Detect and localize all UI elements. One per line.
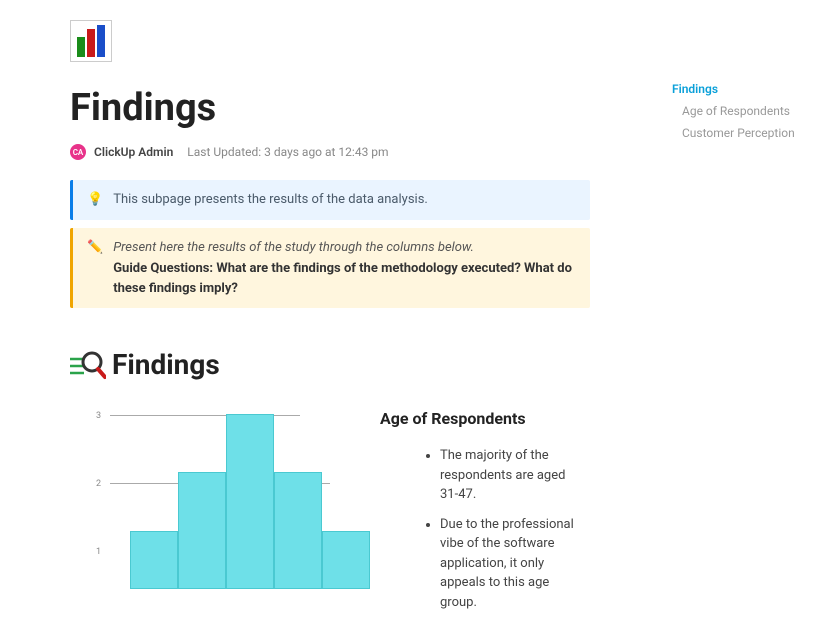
chart-column: 3 2 1 bbox=[70, 409, 350, 622]
lightbulb-icon: 💡 bbox=[87, 190, 103, 210]
meta-row: CA ClickUp Admin Last Updated: 3 days ag… bbox=[70, 144, 590, 160]
bar-b5 bbox=[322, 531, 370, 589]
info-callout[interactable]: 💡 This subpage presents the results of t… bbox=[70, 180, 590, 220]
guide-callout-body: Present here the results of the study th… bbox=[113, 238, 576, 299]
author-name[interactable]: ClickUp Admin bbox=[94, 145, 173, 159]
y-tick-1: 1 bbox=[96, 547, 101, 557]
toc-item-0[interactable]: Findings bbox=[672, 78, 812, 100]
bar-b3 bbox=[226, 414, 274, 589]
bar-b1 bbox=[130, 531, 178, 589]
guide-questions: Guide Questions: What are the findings o… bbox=[113, 261, 572, 296]
guide-intro: Present here the results of the study th… bbox=[113, 238, 576, 258]
section-header: Findings bbox=[70, 348, 590, 381]
y-tick-3: 3 bbox=[96, 411, 101, 421]
icon-bar-blue bbox=[97, 25, 105, 57]
icon-bar-red bbox=[87, 29, 95, 57]
bar-chart: 3 2 1 bbox=[110, 409, 350, 589]
y-tick-2: 2 bbox=[96, 479, 101, 489]
age-bullet-0: The majority of the respondents are aged… bbox=[440, 446, 580, 505]
page-title: Findings bbox=[70, 86, 590, 130]
updated-text: Last Updated: 3 days ago at 12:43 pm bbox=[187, 145, 388, 159]
icon-bar-green bbox=[77, 37, 85, 57]
main-content: Findings CA ClickUp Admin Last Updated: … bbox=[0, 0, 660, 622]
toc-item-2[interactable]: Customer Perception bbox=[672, 122, 812, 144]
bar-b4 bbox=[274, 472, 322, 589]
bars-container bbox=[130, 414, 370, 589]
age-heading: Age of Respondents bbox=[380, 409, 580, 428]
info-callout-text: This subpage presents the results of the… bbox=[113, 190, 428, 210]
columns: 3 2 1 Age of Respondents The majority of… bbox=[70, 409, 590, 622]
bar-b2 bbox=[178, 472, 226, 589]
page-icon[interactable] bbox=[70, 20, 112, 62]
text-column: Age of Respondents The majority of the r… bbox=[380, 409, 590, 622]
findings-section-icon bbox=[70, 349, 102, 381]
section-title: Findings bbox=[112, 348, 220, 381]
table-of-contents: FindingsAge of RespondentsCustomer Perce… bbox=[672, 78, 812, 144]
pencil-icon: ✏️ bbox=[87, 238, 103, 258]
age-bullets: The majority of the respondents are aged… bbox=[380, 446, 580, 612]
toc-item-1[interactable]: Age of Respondents bbox=[672, 100, 812, 122]
guide-callout[interactable]: ✏️ Present here the results of the study… bbox=[70, 228, 590, 309]
age-bullet-1: Due to the professional vibe of the soft… bbox=[440, 515, 580, 613]
author-avatar[interactable]: CA bbox=[70, 144, 86, 160]
